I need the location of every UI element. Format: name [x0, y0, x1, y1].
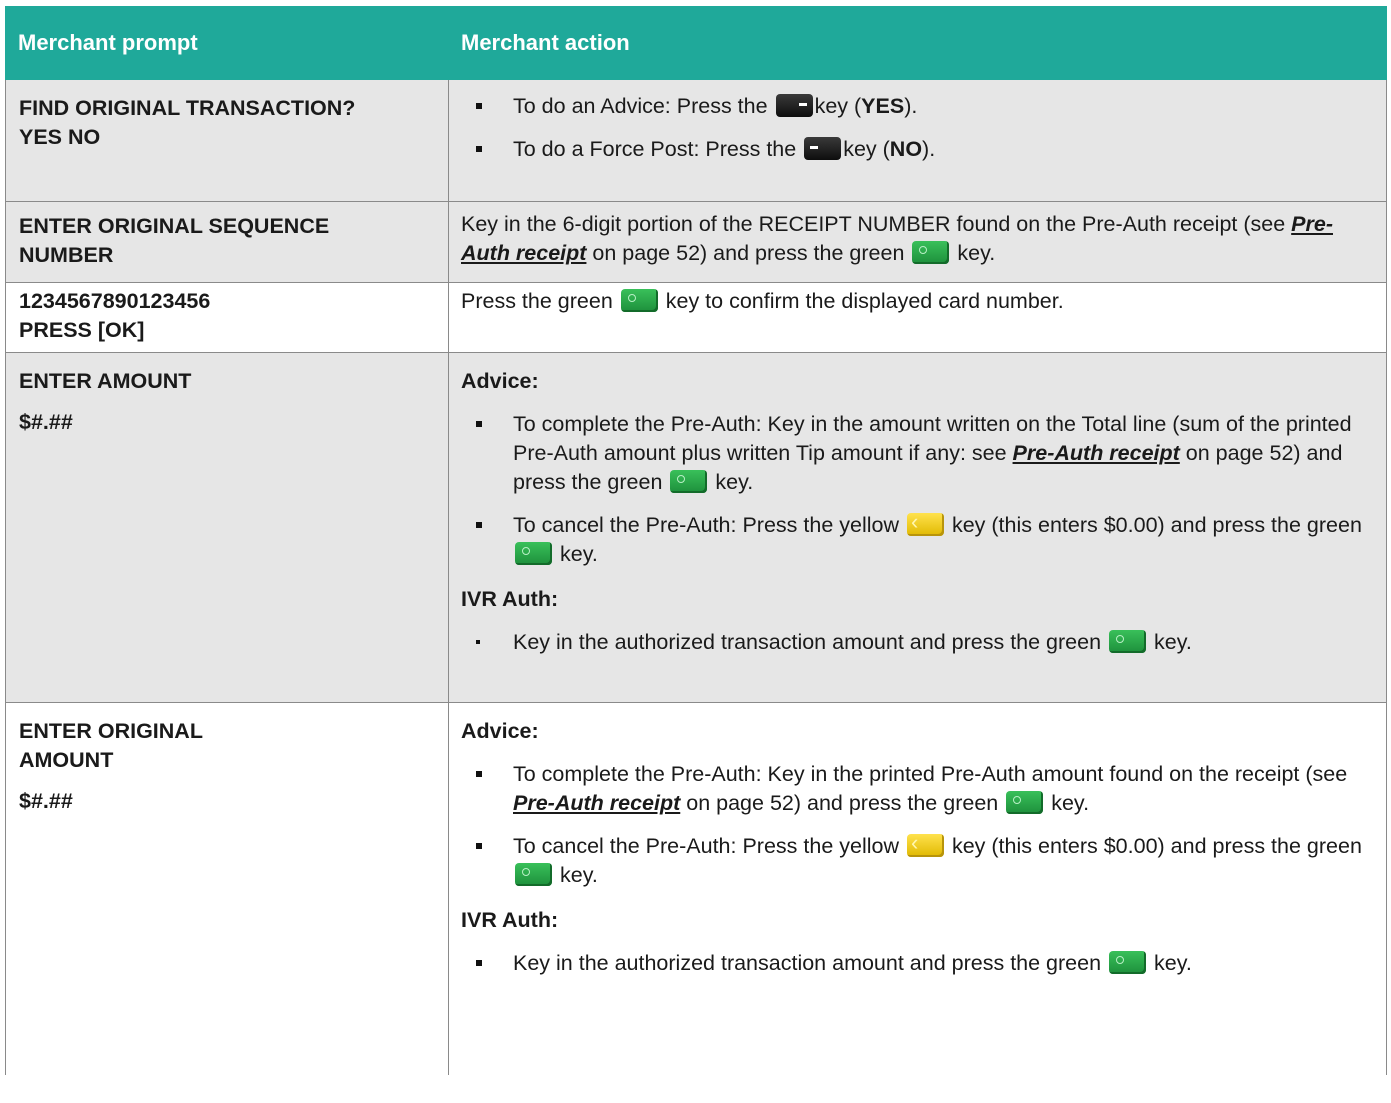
prompt-text: AMOUNT	[19, 748, 114, 772]
green-ok-key-icon	[670, 470, 708, 493]
bullet-icon	[476, 103, 482, 109]
prompt-text: $#.##	[19, 410, 73, 434]
prompt-text: PRESS [OK]	[19, 318, 145, 342]
green-ok-key-icon	[515, 542, 552, 565]
list-item: To do an Advice: Press the key (YES).	[461, 92, 1374, 121]
yellow-clear-key-icon	[906, 828, 944, 857]
list-item: To complete the Pre-Auth: Key in the pri…	[461, 760, 1374, 818]
action-cell: Advice: To complete the Pre-Auth: Key in…	[448, 352, 1387, 703]
ivr-auth-label: IVR Auth:	[461, 587, 559, 611]
prompt-cell: ENTER AMOUNT $#.##	[5, 352, 449, 703]
prompt-yes: YES	[19, 125, 63, 149]
list-item: Key in the authorized transaction amount…	[461, 949, 1374, 978]
table-row: ENTER ORIGINAL AMOUNT $#.## Advice: To c…	[5, 702, 1387, 1075]
green-ok-key-icon	[1006, 791, 1044, 814]
left-softkey-icon	[775, 94, 813, 117]
merchant-prompt-table: Merchant prompt Merchant action FIND ORI…	[5, 6, 1387, 1075]
advice-label: Advice	[461, 369, 532, 393]
list-item: Key in the authorized transaction amount…	[461, 628, 1374, 657]
action-cell: To do an Advice: Press the key (YES). To…	[448, 79, 1387, 202]
prompt-cell: ENTER ORIGINAL AMOUNT $#.##	[5, 702, 449, 1075]
action-cell: Press the green key to confirm the displ…	[448, 282, 1387, 353]
list-item: To do a Force Post: Press the key (NO).	[461, 135, 1374, 164]
prompt-text: ENTER ORIGINAL	[19, 719, 203, 743]
header-merchant-action: Merchant action	[448, 6, 1387, 80]
bullet-icon	[476, 421, 482, 427]
action-cell: Advice: To complete the Pre-Auth: Key in…	[448, 702, 1387, 1075]
green-ok-key-icon	[1109, 951, 1147, 974]
bullet-icon	[476, 522, 482, 528]
prompt-no: NO	[68, 125, 101, 149]
table-row: FIND ORIGINAL TRANSACTION? YES NO To do …	[5, 79, 1387, 202]
pre-auth-receipt-link[interactable]: Pre-Auth receipt	[513, 791, 680, 815]
action-cell: Key in the 6-digit portion of the RECEIP…	[448, 201, 1387, 283]
yellow-clear-key-icon	[906, 507, 944, 536]
document-page: Merchant prompt Merchant action FIND ORI…	[0, 0, 1391, 1103]
table-row: ENTER AMOUNT $#.## Advice: To complete t…	[5, 352, 1387, 703]
advice-label: Advice:	[461, 719, 539, 743]
prompt-cell: ENTER ORIGINAL SEQUENCE NUMBER	[5, 201, 449, 283]
prompt-text: ENTER ORIGINAL SEQUENCE	[19, 214, 330, 238]
green-ok-key-icon	[515, 863, 552, 886]
table-row: 1234567890123456 PRESS [OK] Press the gr…	[5, 282, 1387, 353]
table-header-row: Merchant prompt Merchant action	[5, 6, 1387, 80]
right-softkey-icon	[804, 137, 842, 160]
bullet-icon	[476, 146, 482, 152]
bullet-icon	[476, 771, 482, 777]
bullet-icon	[476, 843, 482, 849]
bullet-icon	[476, 960, 482, 966]
list-item: To cancel the Pre-Auth: Press the yellow…	[461, 507, 1374, 569]
prompt-text: $#.##	[19, 789, 73, 813]
bullet-icon	[476, 640, 480, 644]
prompt-text: FIND ORIGINAL TRANSACTION?	[19, 96, 356, 120]
list-item: To cancel the Pre-Auth: Press the yellow…	[461, 828, 1374, 890]
green-ok-key-icon	[1109, 630, 1147, 653]
prompt-cell: FIND ORIGINAL TRANSACTION? YES NO	[5, 79, 449, 202]
table-row: ENTER ORIGINAL SEQUENCE NUMBER Key in th…	[5, 201, 1387, 283]
header-merchant-prompt: Merchant prompt	[5, 6, 449, 80]
prompt-text: ENTER AMOUNT	[19, 369, 192, 393]
pre-auth-receipt-link[interactable]: Pre-Auth receipt	[1013, 441, 1180, 465]
prompt-text: NUMBER	[19, 243, 114, 267]
prompt-text: 1234567890123456	[19, 289, 211, 313]
prompt-cell: 1234567890123456 PRESS [OK]	[5, 282, 449, 353]
ivr-auth-label: IVR Auth:	[461, 908, 559, 932]
green-ok-key-icon	[620, 289, 658, 312]
list-item: To complete the Pre-Auth: Key in the amo…	[461, 410, 1374, 497]
green-ok-key-icon	[912, 241, 950, 264]
